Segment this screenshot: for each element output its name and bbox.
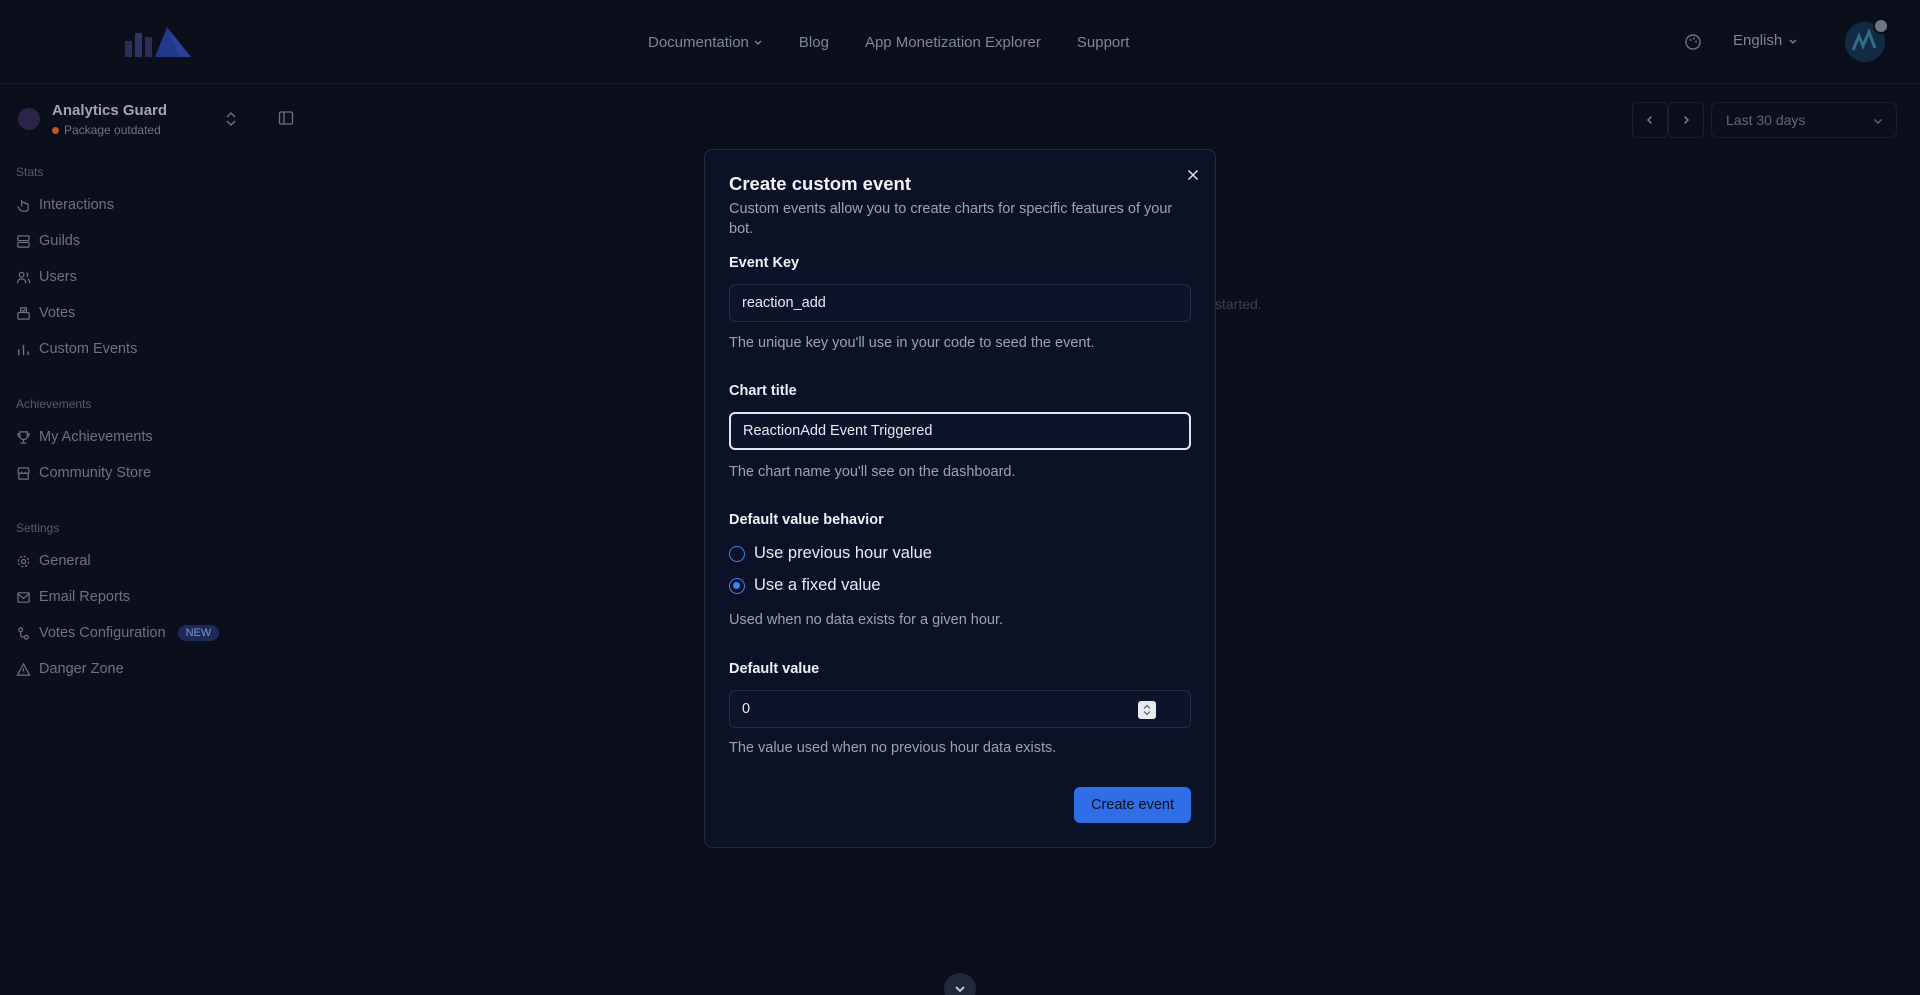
sidebar-item-users[interactable]: Users <box>16 265 77 289</box>
dialog-description: Custom events allow you to create charts… <box>729 201 1173 237</box>
server-icon <box>17 234 30 248</box>
default-value-label: Default value <box>729 661 820 677</box>
logo-icon[interactable] <box>125 27 191 57</box>
project-status-label: Package outdated <box>64 123 161 137</box>
sidebar-item-votes-configuration[interactable]: Votes Configuration NEW <box>16 621 220 645</box>
sidebar-item-community-store[interactable]: Community Store <box>16 461 151 485</box>
radio-use-fixed-value[interactable]: Use a fixed value <box>729 576 881 595</box>
sidebar-item-label: Danger Zone <box>39 661 124 677</box>
number-stepper-icon[interactable] <box>1138 701 1156 719</box>
sidebar-toggle-icon[interactable] <box>278 110 294 126</box>
gear-icon <box>17 555 30 567</box>
sidebar-item-custom-events[interactable]: Custom Events <box>16 337 137 361</box>
bar-chart-icon <box>18 344 29 355</box>
sidebar-item-label: My Achievements <box>39 429 153 445</box>
scroll-down-button[interactable] <box>944 973 976 995</box>
sidebar-item-label: Community Store <box>39 465 152 481</box>
status-dot-icon <box>52 126 59 134</box>
nav-support[interactable]: Support <box>1077 34 1130 51</box>
radio-button-checked[interactable] <box>729 577 745 594</box>
radio-use-previous-hour[interactable]: Use previous hour value <box>729 544 932 563</box>
sidebar-item-label: Custom Events <box>39 341 138 357</box>
next-period-button[interactable] <box>1668 102 1704 138</box>
sidebar-item-label: General <box>39 553 91 569</box>
sidebar-item-guilds[interactable]: Guilds <box>16 229 80 253</box>
sidebar-item-label: Guilds <box>39 233 81 249</box>
chevron-left-icon <box>1647 116 1652 124</box>
avatar-status-badge <box>1873 18 1889 34</box>
radio-label: Use a fixed value <box>754 576 881 594</box>
chart-title-input[interactable] <box>729 412 1191 450</box>
background-empty-state-text: started. <box>1215 296 1262 312</box>
default-value-field <box>705 690 1217 728</box>
sidebar-item-my-achievements[interactable]: My Achievements <box>16 425 153 449</box>
main-nav: Documentation Blog App Monetization Expl… <box>648 0 1129 84</box>
sidebar-item-label: Interactions <box>39 197 114 213</box>
chevron-right-icon <box>1684 116 1689 124</box>
sidebar-item-label: Votes Configuration <box>39 625 166 641</box>
project-avatar <box>18 108 40 130</box>
default-behavior-helper: Used when no data exists for a given hou… <box>729 612 1004 628</box>
flow-icon <box>18 626 29 640</box>
nav-app-monetization-explorer[interactable]: App Monetization Explorer <box>865 34 1041 51</box>
previous-period-button[interactable] <box>1632 102 1668 138</box>
sidebar-item-votes[interactable]: Votes <box>16 301 75 325</box>
store-icon <box>17 466 30 480</box>
create-event-button[interactable]: Create event <box>1074 787 1191 823</box>
sidebar-item-email-reports[interactable]: Email Reports <box>16 585 130 609</box>
chevrons-up-down-icon[interactable] <box>224 110 238 128</box>
language-selector[interactable]: English <box>1733 32 1798 49</box>
create-custom-event-dialog: Create custom event Custom events allow … <box>704 149 1216 848</box>
sidebar-item-label: Votes <box>39 305 76 321</box>
sidebar-item-danger-zone[interactable]: Danger Zone <box>16 657 124 681</box>
section-stats: Stats <box>16 165 44 179</box>
pointer-icon <box>17 199 29 212</box>
nav-documentation[interactable]: Documentation <box>648 34 763 51</box>
event-key-helper: The unique key you'll use in your code t… <box>729 335 1095 351</box>
sidebar: Analytics Guard Package outdated Stats I… <box>0 84 270 995</box>
ballot-box-icon <box>17 306 30 320</box>
radio-label: Use previous hour value <box>754 544 932 562</box>
nav-documentation-label: Documentation <box>648 33 749 51</box>
event-key-label: Event Key <box>729 255 800 271</box>
date-range-label: Last 30 days <box>1726 112 1806 128</box>
chart-title-helper: The chart name you'll see on the dashboa… <box>729 464 1016 480</box>
users-icon <box>16 271 31 283</box>
chevron-down-icon <box>754 40 762 45</box>
project-status: Package outdated <box>52 123 161 137</box>
nav-right-group: English <box>1500 0 1920 84</box>
close-icon[interactable] <box>1185 167 1201 183</box>
dialog-title: Create custom event <box>729 173 911 194</box>
radio-button[interactable] <box>729 545 745 562</box>
mail-icon <box>17 591 30 603</box>
section-settings: Settings <box>16 521 60 535</box>
sidebar-item-label: Users <box>39 269 77 285</box>
palette-icon[interactable] <box>1684 33 1702 51</box>
chevron-down-icon <box>1789 39 1797 44</box>
chevron-down-icon <box>1874 119 1882 124</box>
section-achievements: Achievements <box>16 397 92 411</box>
sidebar-item-general[interactable]: General <box>16 549 91 573</box>
default-value-helper: The value used when no previous hour dat… <box>729 740 1057 756</box>
language-label: English <box>1733 32 1783 49</box>
top-navbar: Documentation Blog App Monetization Expl… <box>0 0 1920 84</box>
chart-title-label: Chart title <box>729 383 797 399</box>
warning-triangle-icon <box>16 662 31 676</box>
chevron-down-icon <box>955 986 965 993</box>
default-behavior-label: Default value behavior <box>729 512 884 528</box>
trophy-icon <box>17 430 30 444</box>
project-switcher[interactable]: Analytics Guard Package outdated <box>18 100 242 144</box>
default-value-input[interactable] <box>729 690 1191 728</box>
nav-blog[interactable]: Blog <box>799 34 829 51</box>
new-badge: NEW <box>177 625 220 641</box>
date-range-select[interactable]: Last 30 days <box>1711 102 1897 138</box>
project-name: Analytics Guard <box>52 102 168 119</box>
event-key-input[interactable] <box>729 284 1191 322</box>
sidebar-item-interactions[interactable]: Interactions <box>16 193 114 217</box>
sidebar-item-label: Email Reports <box>39 589 131 605</box>
